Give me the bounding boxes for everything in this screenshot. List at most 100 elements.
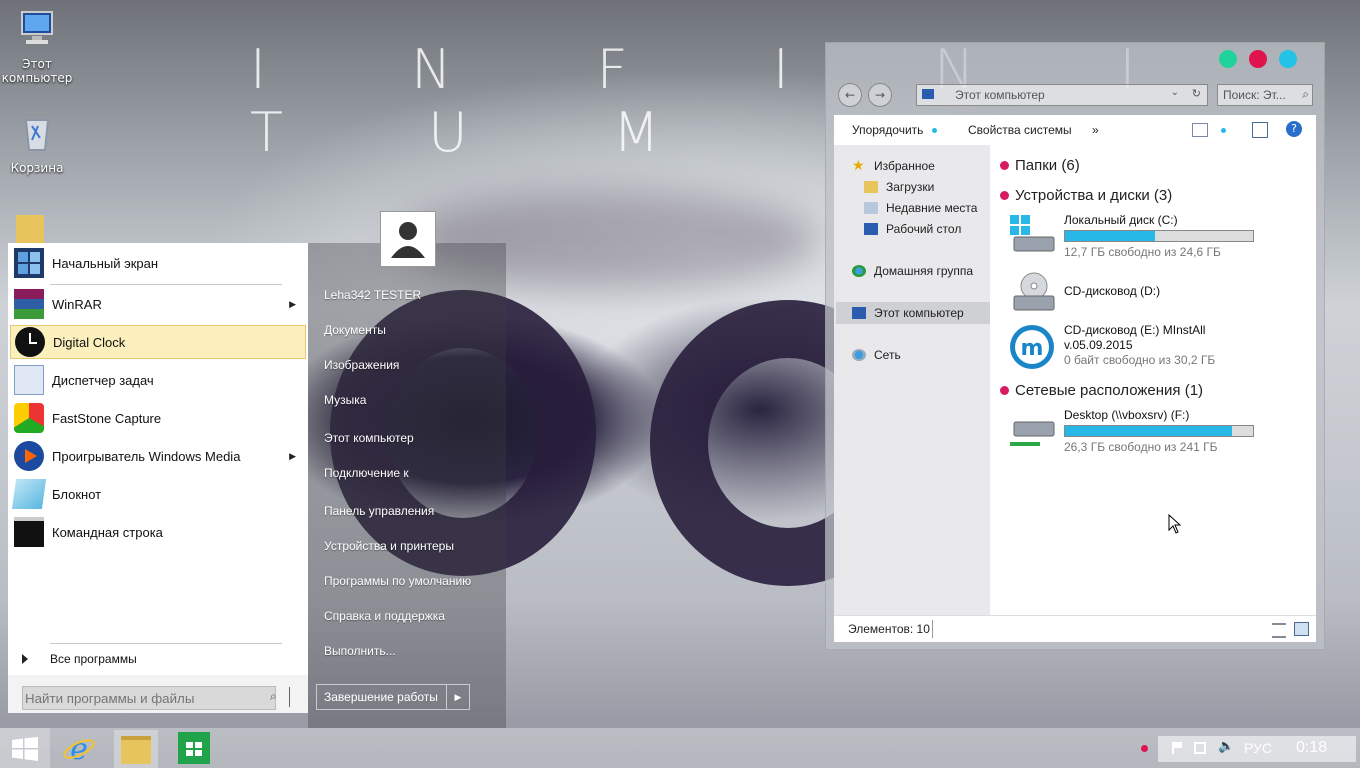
more-commands-button[interactable]: » (1092, 123, 1099, 137)
start-button[interactable] (0, 728, 50, 768)
start-item-cmd[interactable]: Командная строка (10, 515, 306, 549)
start-item-task-manager[interactable]: Диспетчер задач (10, 363, 306, 397)
start-link-documents[interactable]: Документы (324, 323, 386, 337)
forward-button[interactable]: → (868, 83, 892, 107)
nav-network[interactable]: Сеть (852, 348, 901, 362)
refresh-icon[interactable]: ↻ (1192, 87, 1201, 100)
desktop-icon-recycle-bin[interactable]: Корзина (0, 112, 74, 175)
shutdown-button[interactable]: Завершение работы ▶ (316, 684, 470, 710)
start-item-faststone[interactable]: FastStone Capture (10, 401, 306, 435)
start-link-this-pc[interactable]: Этот компьютер (324, 431, 414, 445)
submenu-arrow-icon: ▶ (289, 450, 296, 461)
collapse-icon (1000, 386, 1009, 395)
drive-name: Локальный диск (C:) (1064, 213, 1178, 227)
desktop-icon-label: Корзина (10, 161, 64, 175)
taskbar-store[interactable] (178, 732, 210, 764)
all-programs[interactable]: Все программы (16, 649, 296, 669)
start-link-connect[interactable]: Подключение к (324, 466, 409, 480)
group-label: Сетевые расположения (1) (1015, 382, 1204, 399)
clock[interactable]: 0:18 (1296, 739, 1327, 757)
start-item-label: Digital Clock (53, 334, 126, 350)
folder-icon (121, 736, 151, 764)
user-avatar[interactable] (380, 211, 436, 267)
collapse-icon (1000, 191, 1009, 200)
close-button[interactable] (1249, 50, 1267, 68)
winrar-icon (14, 289, 44, 319)
faststone-icon (14, 403, 44, 433)
nav-this-pc[interactable]: Этот компьютер (852, 306, 964, 320)
start-link-pictures[interactable]: Изображения (324, 358, 399, 372)
view-options-icon[interactable] (1192, 123, 1208, 137)
start-link-help[interactable]: Справка и поддержка (324, 609, 445, 623)
start-item-media-player[interactable]: Проигрыватель Windows Media ▶ (10, 439, 306, 473)
details-view-icon[interactable] (1272, 623, 1286, 638)
group-header-devices[interactable]: Устройства и диски (3) (1000, 187, 1172, 204)
computer-icon (922, 89, 934, 99)
start-screen-icon (14, 248, 44, 278)
dropdown-icon[interactable]: ⌄ (1171, 87, 1179, 98)
organize-button[interactable]: Упорядочить (852, 123, 923, 137)
group-header-folders[interactable]: Папки (6) (1000, 157, 1080, 174)
nav-downloads[interactable]: Загрузки (864, 180, 934, 194)
internet-explorer-icon: e (63, 732, 95, 767)
start-link-default-programs[interactable]: Программы по умолчанию (324, 574, 471, 588)
language-indicator[interactable]: РУС (1244, 740, 1272, 756)
start-item-label: Проигрыватель Windows Media (52, 448, 241, 464)
taskbar-ie[interactable]: e (62, 731, 96, 767)
start-search-input[interactable] (22, 686, 276, 710)
nav-recent[interactable]: Недавние места (864, 201, 977, 215)
volume-icon[interactable]: 🔈 (1218, 739, 1234, 754)
maximize-button[interactable] (1279, 50, 1297, 68)
user-name[interactable]: Leha342 TESTER (324, 288, 421, 302)
desktop-icon-this-pc[interactable]: Этот компьютер (0, 8, 74, 85)
large-icons-view-icon[interactable] (1294, 622, 1309, 636)
start-item-notepad[interactable]: Блокнот (10, 477, 306, 511)
nav-favorites[interactable]: ★ Избранное (852, 158, 935, 173)
hard-drive-icon (1010, 215, 1055, 252)
drive-usage-bar (1064, 425, 1254, 437)
minstall-icon: m (1010, 325, 1054, 369)
nav-label: Сеть (874, 348, 901, 362)
start-item-label: WinRAR (52, 296, 102, 312)
recycle-bin-icon (24, 119, 50, 151)
flag-icon[interactable] (1172, 742, 1184, 754)
homegroup-icon (852, 265, 866, 277)
item-count: Элементов: 10 (848, 622, 930, 636)
back-button[interactable]: ← (838, 83, 862, 107)
status-bar: Элементов: 10 (834, 615, 1316, 642)
recent-places-icon (864, 202, 878, 214)
address-bar[interactable]: Этот компьютер ⌄ ↻ (916, 84, 1208, 106)
preview-pane-icon[interactable] (1252, 122, 1268, 138)
drive-free-space: 12,7 ГБ свободно из 24,6 ГБ (1064, 245, 1221, 259)
computer-icon (21, 11, 53, 44)
shutdown-options-button[interactable]: ▶ (446, 685, 469, 709)
all-programs-label: Все программы (50, 652, 137, 666)
start-link-control-panel[interactable]: Панель управления (324, 504, 434, 518)
search-box[interactable]: Поиск: Эт... ⌕ (1217, 84, 1313, 106)
drive-name: CD-дисковод (D:) (1064, 284, 1161, 298)
dot-icon (932, 128, 937, 133)
group-header-network[interactable]: Сетевые расположения (1) (1000, 382, 1203, 399)
nav-label: Этот компьютер (874, 306, 964, 320)
nav-desktop[interactable]: Рабочий стол (864, 222, 961, 236)
start-item-start-screen[interactable]: Начальный экран (10, 246, 306, 280)
folder-icon[interactable] (16, 215, 44, 243)
start-link-devices[interactable]: Устройства и принтеры (324, 539, 454, 553)
nav-homegroup[interactable]: Домашняя группа (852, 264, 973, 278)
search-icon[interactable]: ⌕ (270, 689, 284, 703)
divider (289, 687, 290, 707)
search-icon[interactable]: ⌕ (1302, 87, 1309, 102)
network-tray-icon[interactable] (1194, 742, 1206, 754)
taskbar-explorer[interactable] (114, 730, 158, 768)
system-properties-button[interactable]: Свойства системы (968, 123, 1072, 137)
start-item-digital-clock[interactable]: Digital Clock (10, 325, 306, 359)
start-item-winrar[interactable]: WinRAR ▶ (10, 287, 306, 321)
shutdown-label: Завершение работы (324, 690, 438, 704)
cmd-icon (14, 517, 44, 547)
start-link-music[interactable]: Музыка (324, 393, 366, 407)
minimize-button[interactable] (1219, 50, 1237, 68)
help-icon[interactable]: ? (1286, 121, 1302, 137)
svg-text:m: m (1021, 336, 1044, 361)
start-link-run[interactable]: Выполнить... (324, 644, 396, 658)
search-input[interactable]: Поиск: Эт... (1223, 88, 1286, 102)
